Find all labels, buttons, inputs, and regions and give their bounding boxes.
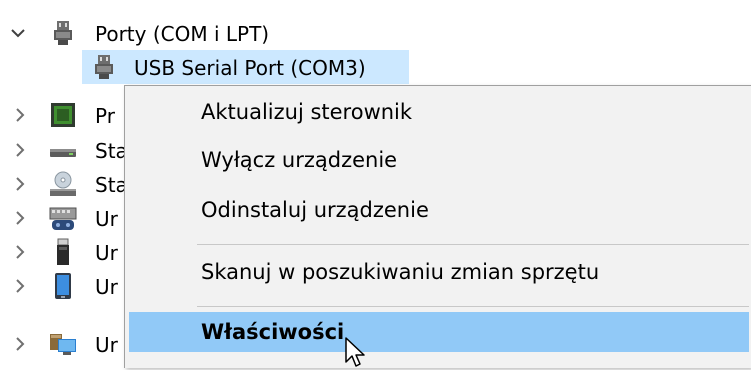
port-connector-icon bbox=[54, 21, 72, 45]
menu-item-label: Skanuj w poszukiwaniu zmian sprzętu bbox=[201, 260, 600, 284]
menu-item-properties[interactable]: Właściwości bbox=[129, 312, 749, 352]
chevron-right-icon[interactable] bbox=[9, 275, 31, 297]
system-device-icon bbox=[50, 334, 76, 355]
menu-separator bbox=[197, 306, 749, 307]
menu-item-uninstall-device[interactable]: Odinstaluj urządzenie bbox=[125, 190, 751, 230]
chevron-right-icon[interactable] bbox=[9, 139, 31, 161]
chevron-down-icon[interactable] bbox=[7, 22, 29, 44]
mouse-pointer-icon bbox=[345, 337, 365, 367]
chevron-right-icon[interactable] bbox=[9, 173, 31, 195]
chevron-right-icon[interactable] bbox=[9, 241, 31, 263]
chevron-right-icon[interactable] bbox=[9, 104, 31, 126]
menu-item-disable-device[interactable]: Wyłącz urządzenie bbox=[125, 140, 751, 180]
tree-item-label: Ur bbox=[95, 333, 118, 357]
optical-drive-icon bbox=[50, 171, 76, 196]
chevron-right-icon[interactable] bbox=[9, 333, 31, 355]
processor-icon bbox=[51, 103, 75, 127]
tree-item-label: Porty (COM i LPT) bbox=[95, 22, 270, 46]
menu-item-label: Odinstaluj urządzenie bbox=[201, 198, 429, 222]
menu-separator bbox=[197, 244, 749, 245]
context-menu: Aktualizuj sterownik Wyłącz urządzenie O… bbox=[124, 85, 751, 368]
menu-item-label: Właściwości bbox=[201, 320, 345, 344]
tree-item-usb-serial-port[interactable]: USB Serial Port (COM3) bbox=[0, 50, 751, 84]
tree-item-label: Sta bbox=[95, 173, 128, 197]
tree-item-label: Pr bbox=[95, 104, 115, 128]
tree-item-label: Sta bbox=[95, 139, 128, 163]
tree-item-ports[interactable]: Porty (COM i LPT) bbox=[0, 16, 751, 50]
tree-item-label: Ur bbox=[95, 275, 118, 299]
usb-device-icon bbox=[57, 238, 69, 265]
input-device-icon bbox=[49, 207, 77, 230]
tree-item-label: USB Serial Port (COM3) bbox=[134, 56, 366, 80]
menu-item-update-driver[interactable]: Aktualizuj sterownik bbox=[125, 92, 751, 132]
disk-drive-icon bbox=[50, 149, 76, 157]
tree-item-label: Ur bbox=[95, 241, 118, 265]
menu-item-label: Aktualizuj sterownik bbox=[201, 100, 413, 124]
menu-item-scan-hardware[interactable]: Skanuj w poszukiwaniu zmian sprzętu bbox=[125, 252, 751, 292]
portable-device-icon bbox=[55, 273, 71, 299]
chevron-right-icon[interactable] bbox=[9, 207, 31, 229]
tree-item-label: Ur bbox=[95, 207, 118, 231]
menu-item-label: Wyłącz urządzenie bbox=[201, 148, 398, 172]
port-connector-icon bbox=[95, 55, 113, 79]
